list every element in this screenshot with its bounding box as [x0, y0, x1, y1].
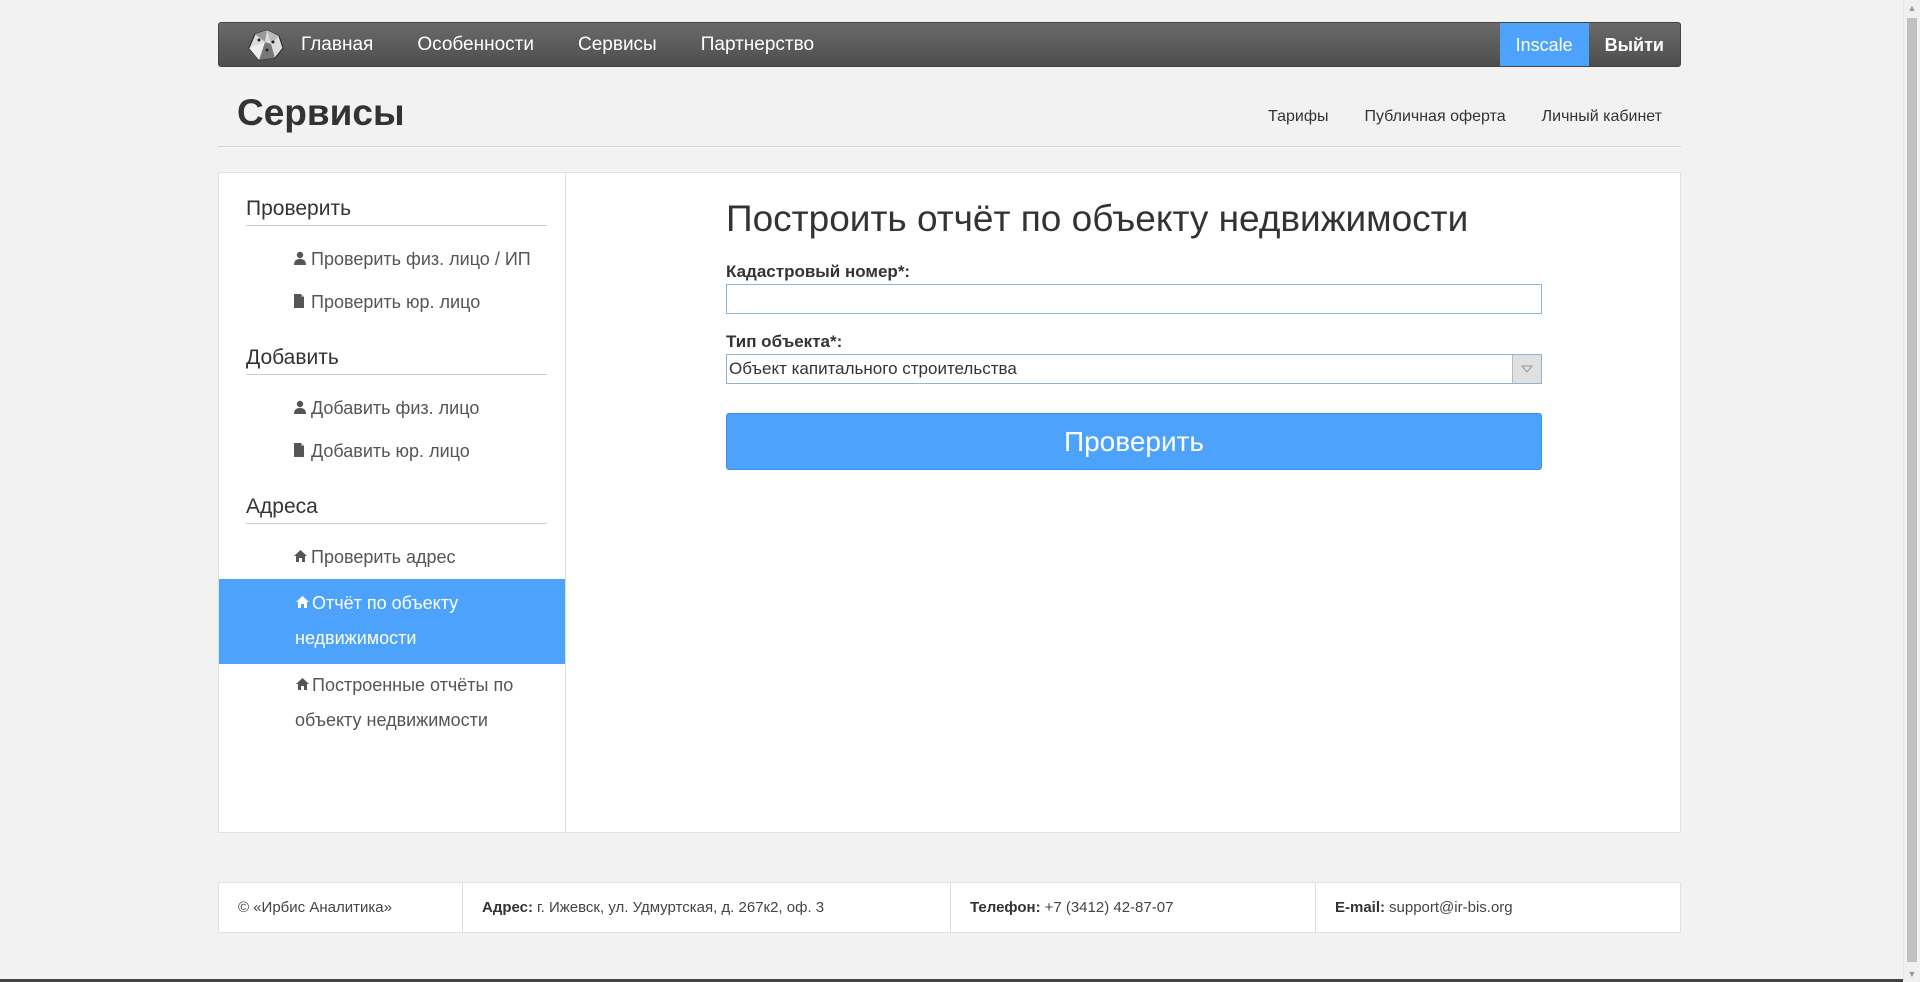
footer-phone: Телефон: +7 (3412) 42-87-07: [951, 883, 1316, 932]
user-icon: [293, 246, 311, 273]
nav-link-home[interactable]: Главная: [291, 23, 395, 67]
chevron-down-icon[interactable]: [1512, 355, 1541, 383]
top-navbar: Главная Особенности Сервисы Партнерство …: [218, 22, 1681, 67]
footer-address: Адрес: г. Ижевск, ул. Удмуртская, д. 267…: [463, 883, 951, 932]
email-label: E-mail:: [1335, 899, 1386, 916]
footer: © «Ирбис Аналитика» Адрес: г. Ижевск, ул…: [218, 882, 1681, 933]
sidebar-item-built-reports[interactable]: Построенные отчёты по объекту недвижимос…: [219, 664, 565, 742]
user-account-link[interactable]: Inscale: [1499, 23, 1589, 66]
footer-copyright: © «Ирбис Аналитика»: [219, 883, 463, 932]
sidebar-item-check-person[interactable]: Проверить физ. лицо / ИП: [219, 238, 565, 281]
cadastral-label: Кадастровый номер*:: [726, 262, 911, 281]
sidebar-item-label: Добавить физ. лицо: [311, 398, 480, 418]
header-link-tariffs[interactable]: Тарифы: [1268, 108, 1328, 126]
footer-email: E-mail: support@ir-bis.org: [1316, 883, 1680, 932]
object-type-value: Объект капитального строительства: [729, 359, 1017, 378]
scroll-up-arrow-icon[interactable]: ▲: [1904, 0, 1920, 16]
sidebar-item-add-person[interactable]: Добавить физ. лицо: [219, 387, 565, 430]
nav-link-services[interactable]: Сервисы: [556, 23, 679, 67]
email-link[interactable]: support@ir-bis.org: [1389, 899, 1513, 916]
sidebar-item-label: Отчёт по объекту недвижимости: [295, 586, 545, 656]
sidebar-heading-check: Проверить: [246, 173, 547, 226]
header-links: Тарифы Публичная оферта Личный кабинет: [1232, 90, 1681, 126]
nav-link-features[interactable]: Особенности: [395, 23, 556, 67]
sidebar-item-label: Проверить физ. лицо / ИП: [311, 249, 531, 269]
sidebar: Проверить Проверить физ. лицо / ИП Прове…: [219, 173, 566, 832]
snow-leopard-logo-icon[interactable]: [239, 23, 291, 67]
home-icon: [295, 586, 312, 621]
object-type-select[interactable]: Объект капитального строительства: [726, 354, 1542, 384]
sidebar-item-label: Проверить адрес: [311, 547, 456, 567]
sidebar-heading-add: Добавить: [246, 324, 547, 375]
sidebar-item-add-company[interactable]: Добавить юр. лицо: [219, 430, 565, 473]
phone-label: Телефон:: [970, 899, 1041, 916]
sidebar-item-check-company[interactable]: Проверить юр. лицо: [219, 281, 565, 324]
sidebar-heading-addresses: Адреса: [246, 473, 547, 524]
header-link-public-offer[interactable]: Публичная оферта: [1364, 108, 1505, 126]
vertical-scrollbar[interactable]: ▲ ▼: [1903, 0, 1920, 982]
phone-text: +7 (3412) 42-87-07: [1044, 899, 1174, 916]
cadastral-field: Кадастровый номер*:: [726, 262, 1680, 314]
form-title: Построить отчёт по объекту недвижимости: [726, 198, 1469, 239]
sidebar-item-label: Проверить юр. лицо: [311, 292, 481, 312]
sidebar-item-text: Построенные отчёты по объекту недвижимос…: [295, 675, 514, 730]
scrollbar-thumb[interactable]: [1907, 18, 1917, 962]
document-icon: [293, 289, 311, 316]
scroll-down-arrow-icon[interactable]: ▼: [1904, 966, 1920, 982]
object-type-label: Тип объекта*:: [726, 332, 843, 351]
address-text: г. Ижевск, ул. Удмуртская, д. 267к2, оф.…: [537, 899, 825, 916]
main-panel: Проверить Проверить физ. лицо / ИП Прове…: [218, 172, 1681, 833]
user-icon: [293, 395, 311, 422]
address-label: Адрес:: [482, 899, 533, 916]
form-area: Построить отчёт по объекту недвижимости …: [566, 173, 1680, 832]
document-icon: [293, 438, 311, 465]
home-icon: [293, 544, 311, 571]
sidebar-item-property-report[interactable]: Отчёт по объекту недвижимости: [219, 579, 565, 664]
cadastral-number-input[interactable]: [726, 284, 1542, 314]
sidebar-item-text: Отчёт по объекту недвижимости: [295, 593, 459, 648]
sidebar-item-label: Построенные отчёты по объекту недвижимос…: [295, 668, 545, 738]
home-icon: [295, 668, 312, 703]
page-title: Сервисы: [237, 92, 405, 133]
sidebar-item-label: Добавить юр. лицо: [311, 441, 470, 461]
nav-user-area: Inscale Выйти: [1499, 23, 1680, 66]
copyright-text: © «Ирбис Аналитика»: [238, 899, 392, 916]
sidebar-item-check-address[interactable]: Проверить адрес: [219, 536, 565, 579]
logout-link[interactable]: Выйти: [1589, 23, 1680, 66]
page-header: Сервисы Тарифы Публичная оферта Личный к…: [218, 90, 1681, 147]
object-type-field: Тип объекта*: Объект капитального строит…: [726, 332, 1680, 384]
nav-link-partnership[interactable]: Партнерство: [679, 23, 836, 67]
submit-button[interactable]: Проверить: [726, 413, 1542, 470]
header-link-personal-account[interactable]: Личный кабинет: [1542, 108, 1662, 126]
